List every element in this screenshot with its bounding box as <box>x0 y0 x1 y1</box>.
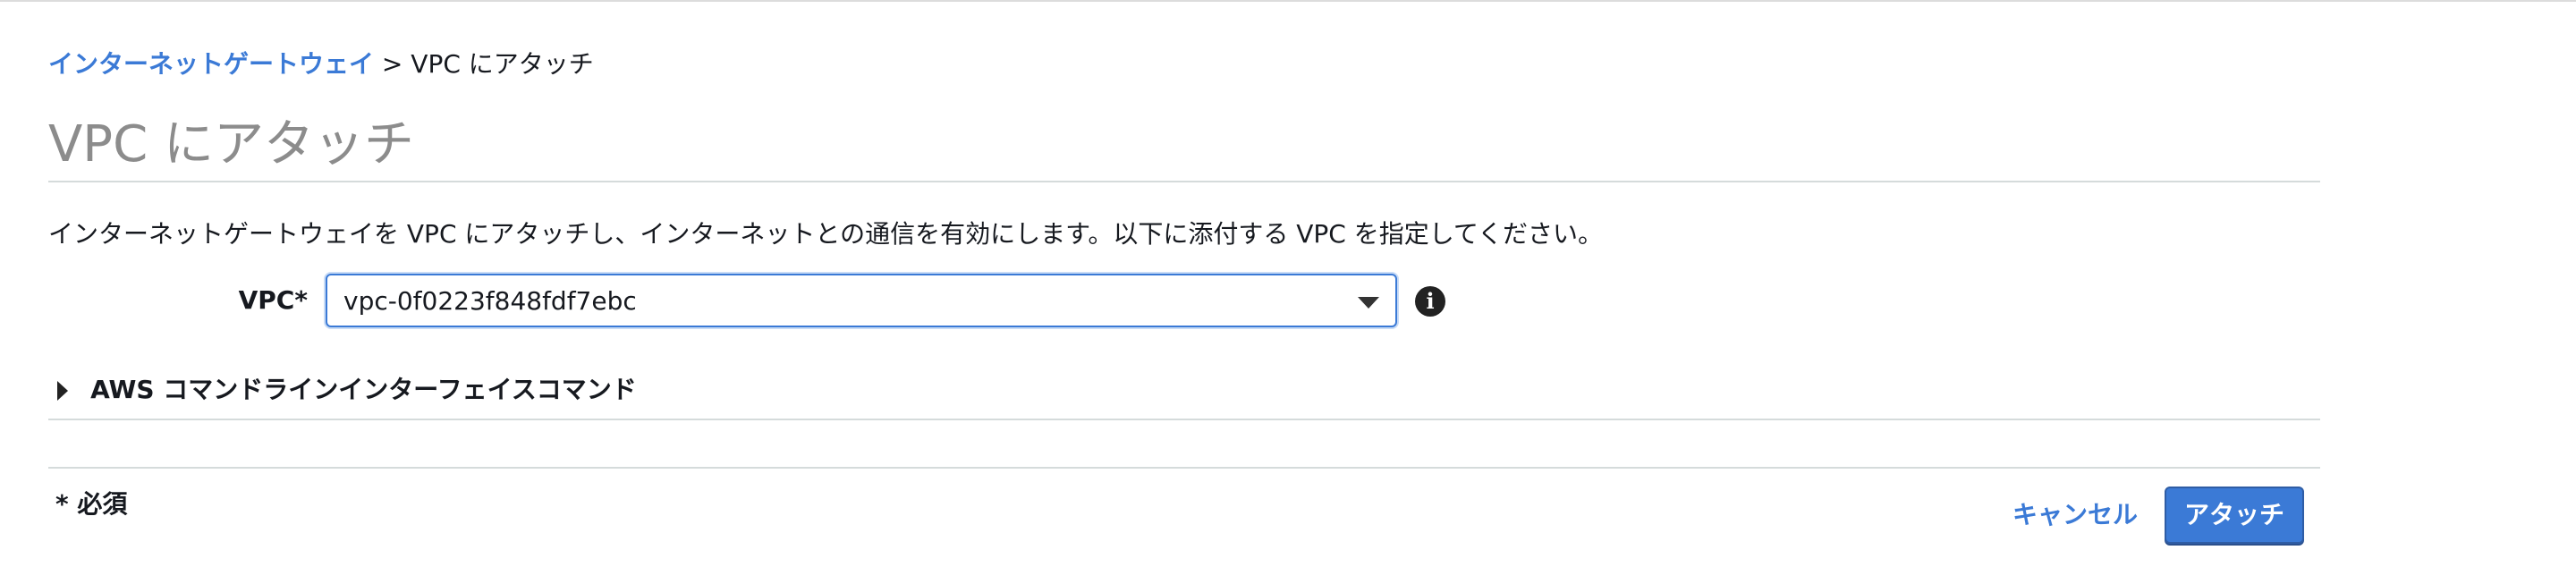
page-title: VPC にアタッチ <box>48 115 414 173</box>
breadcrumb: インターネットゲートウェイ > VPC にアタッチ <box>48 48 594 80</box>
vpc-label: VPC* <box>238 285 308 315</box>
cli-divider <box>48 419 2320 420</box>
footer-divider <box>48 467 2320 469</box>
page-description: インターネットゲートウェイを VPC にアタッチし、インターネットとの通信を有効… <box>48 219 1604 249</box>
cancel-button[interactable]: キャンセル <box>2012 499 2138 531</box>
required-note: * 必須 <box>55 489 128 519</box>
info-icon[interactable]: i <box>1415 286 1445 317</box>
breadcrumb-separator: > <box>381 49 403 79</box>
vpc-select-value: vpc-0f0223f848fdf7ebc <box>343 286 637 316</box>
top-border <box>0 0 2576 2</box>
chevron-down-icon <box>1358 297 1379 309</box>
caret-right-icon <box>57 380 68 401</box>
breadcrumb-link-internet-gateway[interactable]: インターネットゲートウェイ <box>48 49 374 79</box>
attach-button[interactable]: アタッチ <box>2165 487 2304 544</box>
vpc-select[interactable]: vpc-0f0223f848fdf7ebc <box>326 274 1397 327</box>
breadcrumb-current: VPC にアタッチ <box>411 49 594 79</box>
cli-commands-toggle[interactable]: AWS コマンドラインインターフェイスコマンド <box>57 374 637 406</box>
title-divider <box>48 181 2320 182</box>
cli-commands-label: AWS コマンドラインインターフェイスコマンド <box>90 375 637 404</box>
